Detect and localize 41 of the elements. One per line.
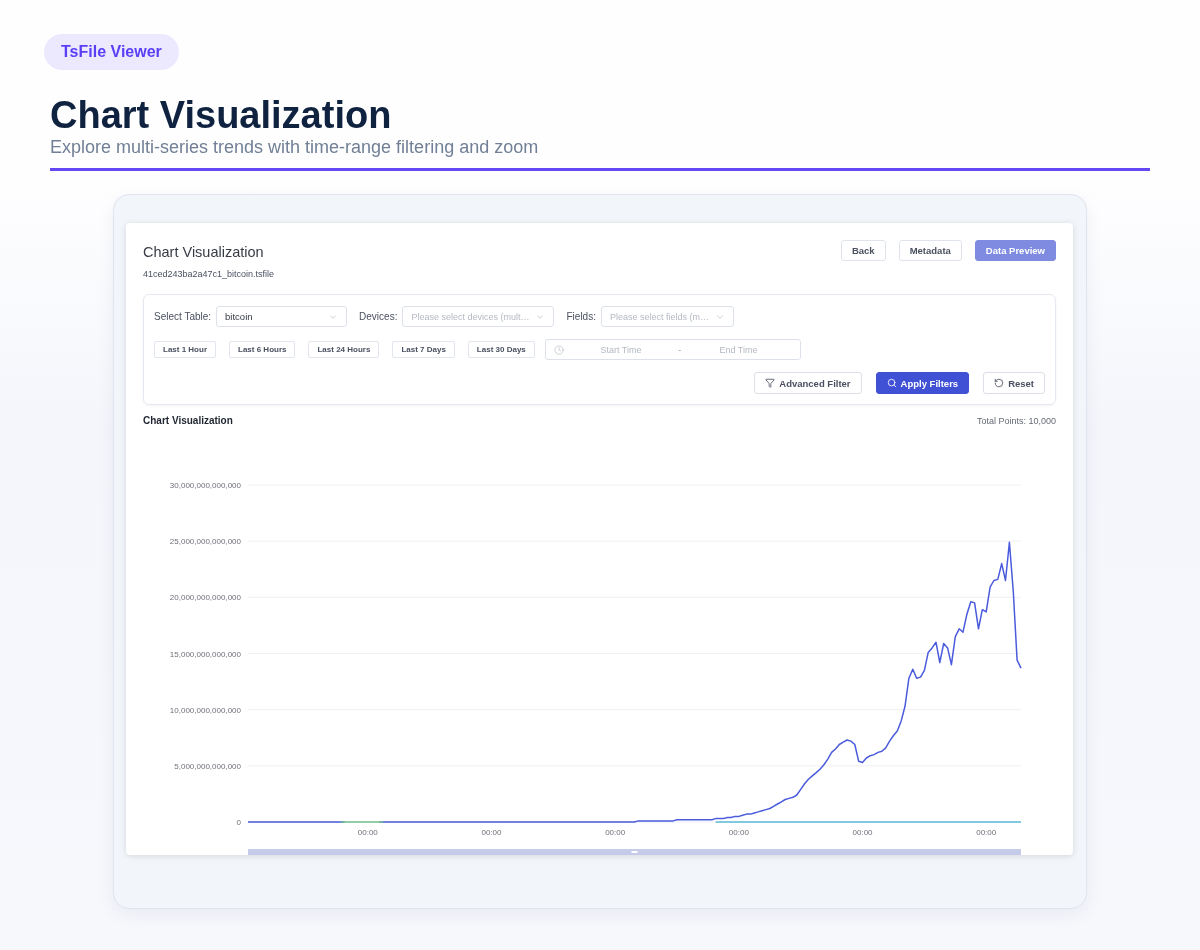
field-label: Select Table:	[154, 311, 212, 322]
x-axis-label: 00:00	[728, 828, 749, 837]
apply-filters-button[interactable]: Apply Filters	[875, 372, 970, 394]
start-time-input[interactable]: Start Time	[567, 342, 675, 357]
time-range-button[interactable]: Last 6 Hours	[229, 341, 296, 358]
card-title: Chart Visualization	[143, 243, 264, 262]
field-label: Fields:	[566, 311, 596, 322]
page-title: Chart Visualization	[50, 94, 392, 136]
x-axis-label: 00:00	[605, 828, 626, 837]
advanced-filter-button[interactable]: Advanced Filter	[754, 372, 862, 394]
clock-icon	[553, 344, 564, 355]
x-axis-label: 00:00	[976, 828, 997, 837]
app-badge: TsFile Viewer	[44, 34, 179, 70]
time-range-button[interactable]: Last 7 Days	[392, 341, 455, 358]
zoom-slider[interactable]	[248, 849, 1021, 855]
time-range-button[interactable]: Last 1 Hour	[154, 341, 216, 358]
filter-icon	[765, 378, 776, 388]
time-range-button[interactable]: Last 30 Days	[467, 341, 535, 358]
field-label: Devices:	[359, 311, 398, 322]
y-axis-label: 0	[236, 818, 241, 827]
y-axis-label: 10,000,000,000,000	[169, 705, 241, 715]
file-name: 41ced243ba2a47c1_bitcoin.tsfile	[143, 268, 275, 280]
x-axis-label: 00:00	[481, 828, 502, 837]
page-subtitle: Explore multi-series trends with time-range filtering and zoom	[50, 136, 539, 158]
x-axis-label: 00:00	[852, 828, 873, 837]
y-axis-label: 15,000,000,000,000	[169, 649, 241, 659]
search-icon	[886, 378, 897, 388]
circular-arrow-icon	[994, 378, 1005, 388]
y-axis-label: 5,000,000,000,000	[174, 761, 241, 771]
back-button[interactable]: Back	[840, 240, 886, 261]
chart-heading: Chart Visualization	[143, 414, 233, 428]
reset-button[interactable]: Reset	[983, 372, 1045, 394]
metadata-button[interactable]: Metadata	[898, 240, 962, 261]
time-range-button[interactable]: Last 24 Hours	[308, 341, 380, 358]
y-axis-label: 25,000,000,000,000	[169, 537, 241, 547]
y-axis-label: 20,000,000,000,000	[169, 593, 241, 603]
x-axis-label: 00:00	[357, 828, 378, 837]
end-time-input[interactable]: End Time	[685, 342, 792, 357]
total-points: Total Points: 10,000	[976, 415, 1056, 428]
table-select[interactable]: bitcoin	[216, 306, 348, 327]
y-axis-label: 30,000,000,000,000	[169, 481, 241, 490]
